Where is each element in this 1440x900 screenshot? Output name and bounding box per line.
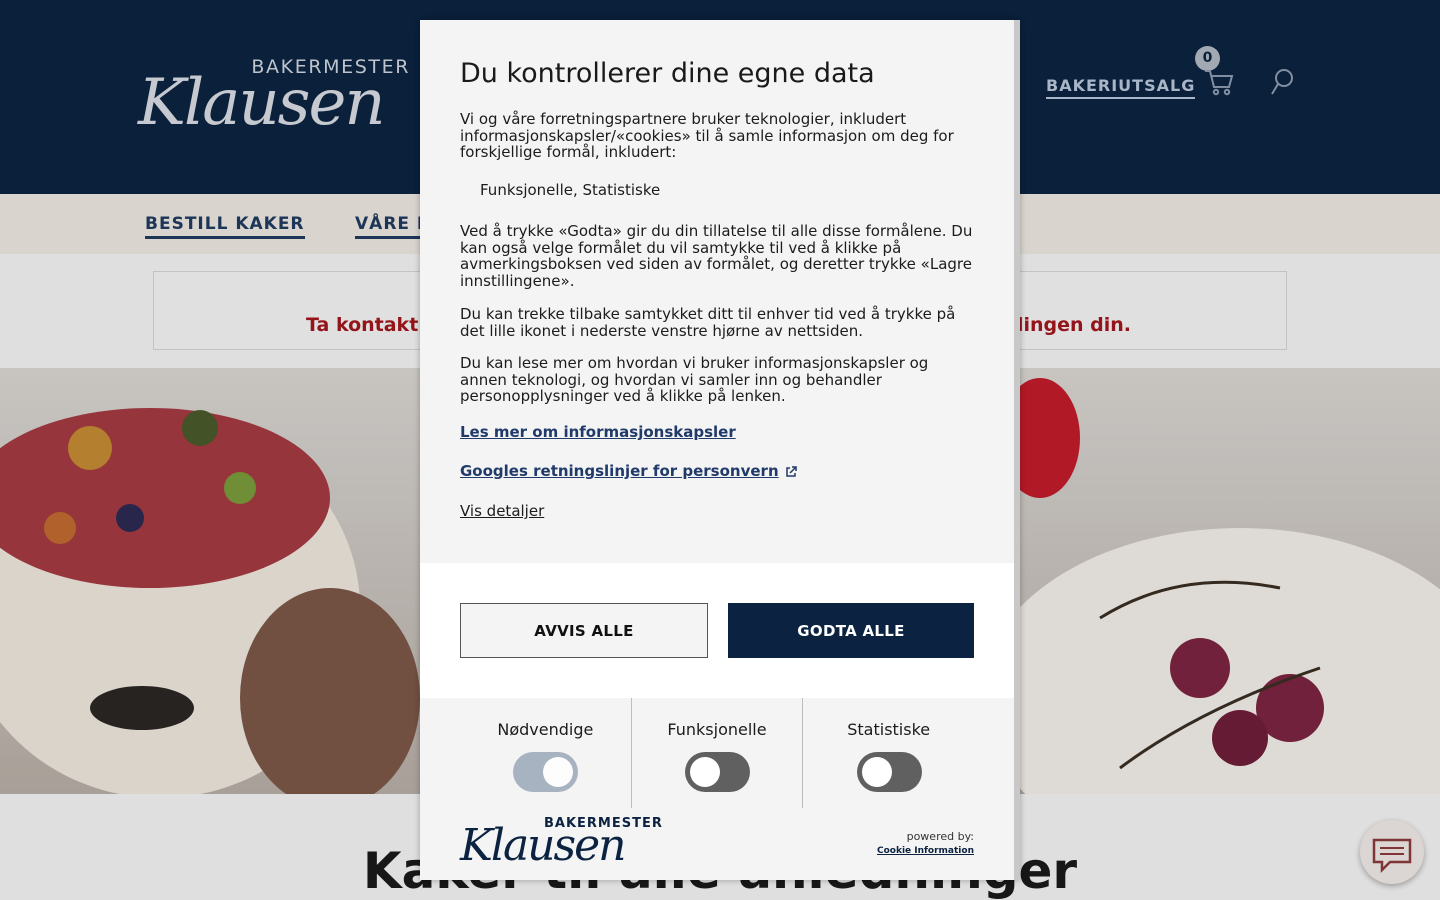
cookie-information-link[interactable]: Cookie Information <box>877 846 974 856</box>
more-info-text: Du kan lese mer om hvordan vi bruker inf… <box>460 354 929 406</box>
toggle-knob <box>690 757 720 787</box>
accept-all-button[interactable]: GODTA ALLE <box>728 603 974 658</box>
toggle-functional[interactable] <box>685 752 750 792</box>
toggle-group-necessary: Nødvendige <box>460 698 632 808</box>
dialog-title: Du kontrollerer dine egne data <box>460 58 875 89</box>
powered-by-text: powered by: <box>906 830 974 843</box>
dialog-logo-script: Klausen <box>460 820 626 871</box>
link-google-privacy-label: Googles retningslinjer for personvern <box>460 462 779 480</box>
toggle-group-functional: Funksjonelle <box>632 698 804 808</box>
dialog-scrollbar[interactable] <box>1014 20 1020 880</box>
toggle-label-functional: Funksjonelle <box>667 720 767 739</box>
toggle-label-statistics: Statistiske <box>847 720 931 739</box>
show-details-link[interactable]: Vis detaljer <box>460 502 544 520</box>
toggle-knob <box>543 757 574 787</box>
external-link-icon <box>785 465 797 477</box>
cookie-consent-dialog: Du kontrollerer dine egne data Vi og vår… <box>420 20 1020 880</box>
intro-text: Vi og våre forretningspartnere bruker te… <box>460 110 954 162</box>
withdraw-text: Du kan trekke tilbake samtykket ditt til… <box>460 305 956 340</box>
consent-toggles: Nødvendige Funksjonelle Statistiske <box>460 698 974 808</box>
link-cookies-info[interactable]: Les mer om informasjonskapsler <box>460 423 736 441</box>
toggle-label-necessary: Nødvendige <box>497 720 594 739</box>
toggle-necessary[interactable] <box>513 752 579 792</box>
link-cookies-info-label: Les mer om informasjonskapsler <box>460 423 736 441</box>
purposes-list: Funksjonelle, Statistiske <box>480 181 661 199</box>
reject-all-button[interactable]: AVVIS ALLE <box>460 603 708 658</box>
toggle-knob <box>861 757 892 787</box>
consent-text: Ved å trykke «Godta» gir du din tillatel… <box>460 222 973 290</box>
toggle-group-statistics: Statistiske <box>803 698 974 808</box>
link-google-privacy[interactable]: Googles retningslinjer for personvern <box>460 462 797 480</box>
dialog-logo: BAKERMESTER Klausen <box>460 816 662 871</box>
button-area: AVVIS ALLE GODTA ALLE <box>420 563 1014 698</box>
toggle-statistics[interactable] <box>856 752 922 792</box>
